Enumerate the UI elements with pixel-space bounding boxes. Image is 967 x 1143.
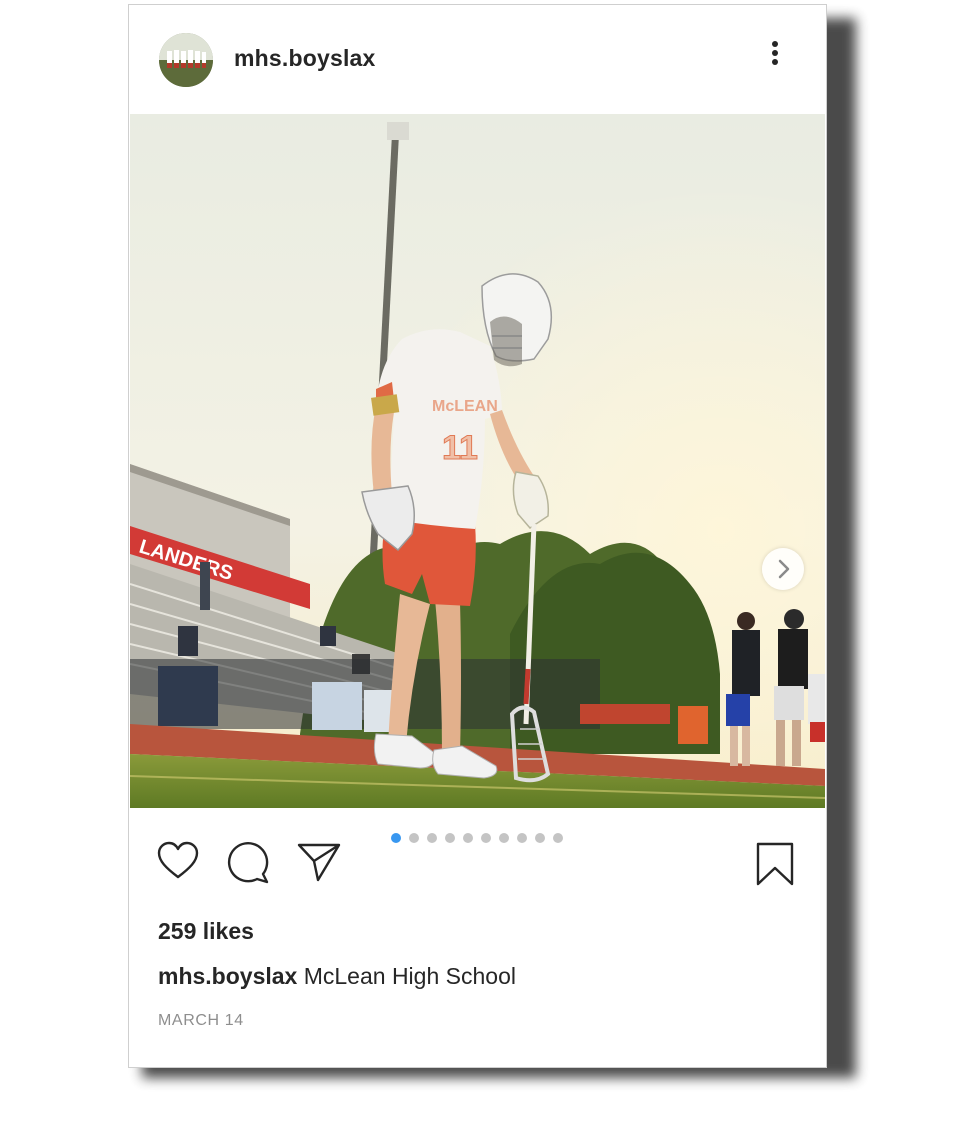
paper-plane-icon[interactable] bbox=[296, 841, 342, 888]
heart-icon[interactable] bbox=[156, 841, 200, 886]
post-date: MARCH 14 bbox=[158, 1012, 244, 1029]
carousel-dot bbox=[391, 833, 401, 843]
more-vertical-icon[interactable] bbox=[765, 37, 785, 73]
bookmark-icon[interactable] bbox=[755, 841, 795, 892]
post-photo[interactable]: LANDERS McLEAN 11 bbox=[130, 114, 825, 808]
carousel-dot bbox=[499, 833, 509, 843]
post-actions bbox=[129, 811, 826, 901]
carousel-dot bbox=[427, 833, 437, 843]
carousel-dot bbox=[445, 833, 455, 843]
caption-username[interactable]: mhs.boyslax bbox=[158, 963, 297, 989]
post-caption: mhs.boyslax McLean High School bbox=[158, 963, 516, 990]
post-username[interactable]: mhs.boyslax bbox=[234, 45, 376, 72]
avatar[interactable] bbox=[159, 33, 213, 87]
carousel-dot bbox=[553, 833, 563, 843]
carousel-dot bbox=[481, 833, 491, 843]
jersey-text: McLEAN bbox=[432, 398, 498, 415]
jersey-number: 11 bbox=[442, 429, 478, 467]
likes-count[interactable]: 259 likes bbox=[158, 918, 254, 945]
comment-bubble-icon[interactable] bbox=[226, 841, 270, 890]
carousel-dot bbox=[517, 833, 527, 843]
carousel-next-button[interactable] bbox=[762, 548, 804, 590]
carousel-dot bbox=[463, 833, 473, 843]
caption-text: McLean High School bbox=[303, 963, 516, 989]
carousel-dot bbox=[409, 833, 419, 843]
carousel-dot bbox=[535, 833, 545, 843]
post-header: mhs.boyslax bbox=[129, 5, 826, 113]
carousel-indicator bbox=[391, 833, 563, 845]
chevron-right-icon bbox=[778, 559, 790, 579]
post-card: mhs.boyslax LANDERS McLEAN 11 259 likes … bbox=[128, 4, 827, 1068]
